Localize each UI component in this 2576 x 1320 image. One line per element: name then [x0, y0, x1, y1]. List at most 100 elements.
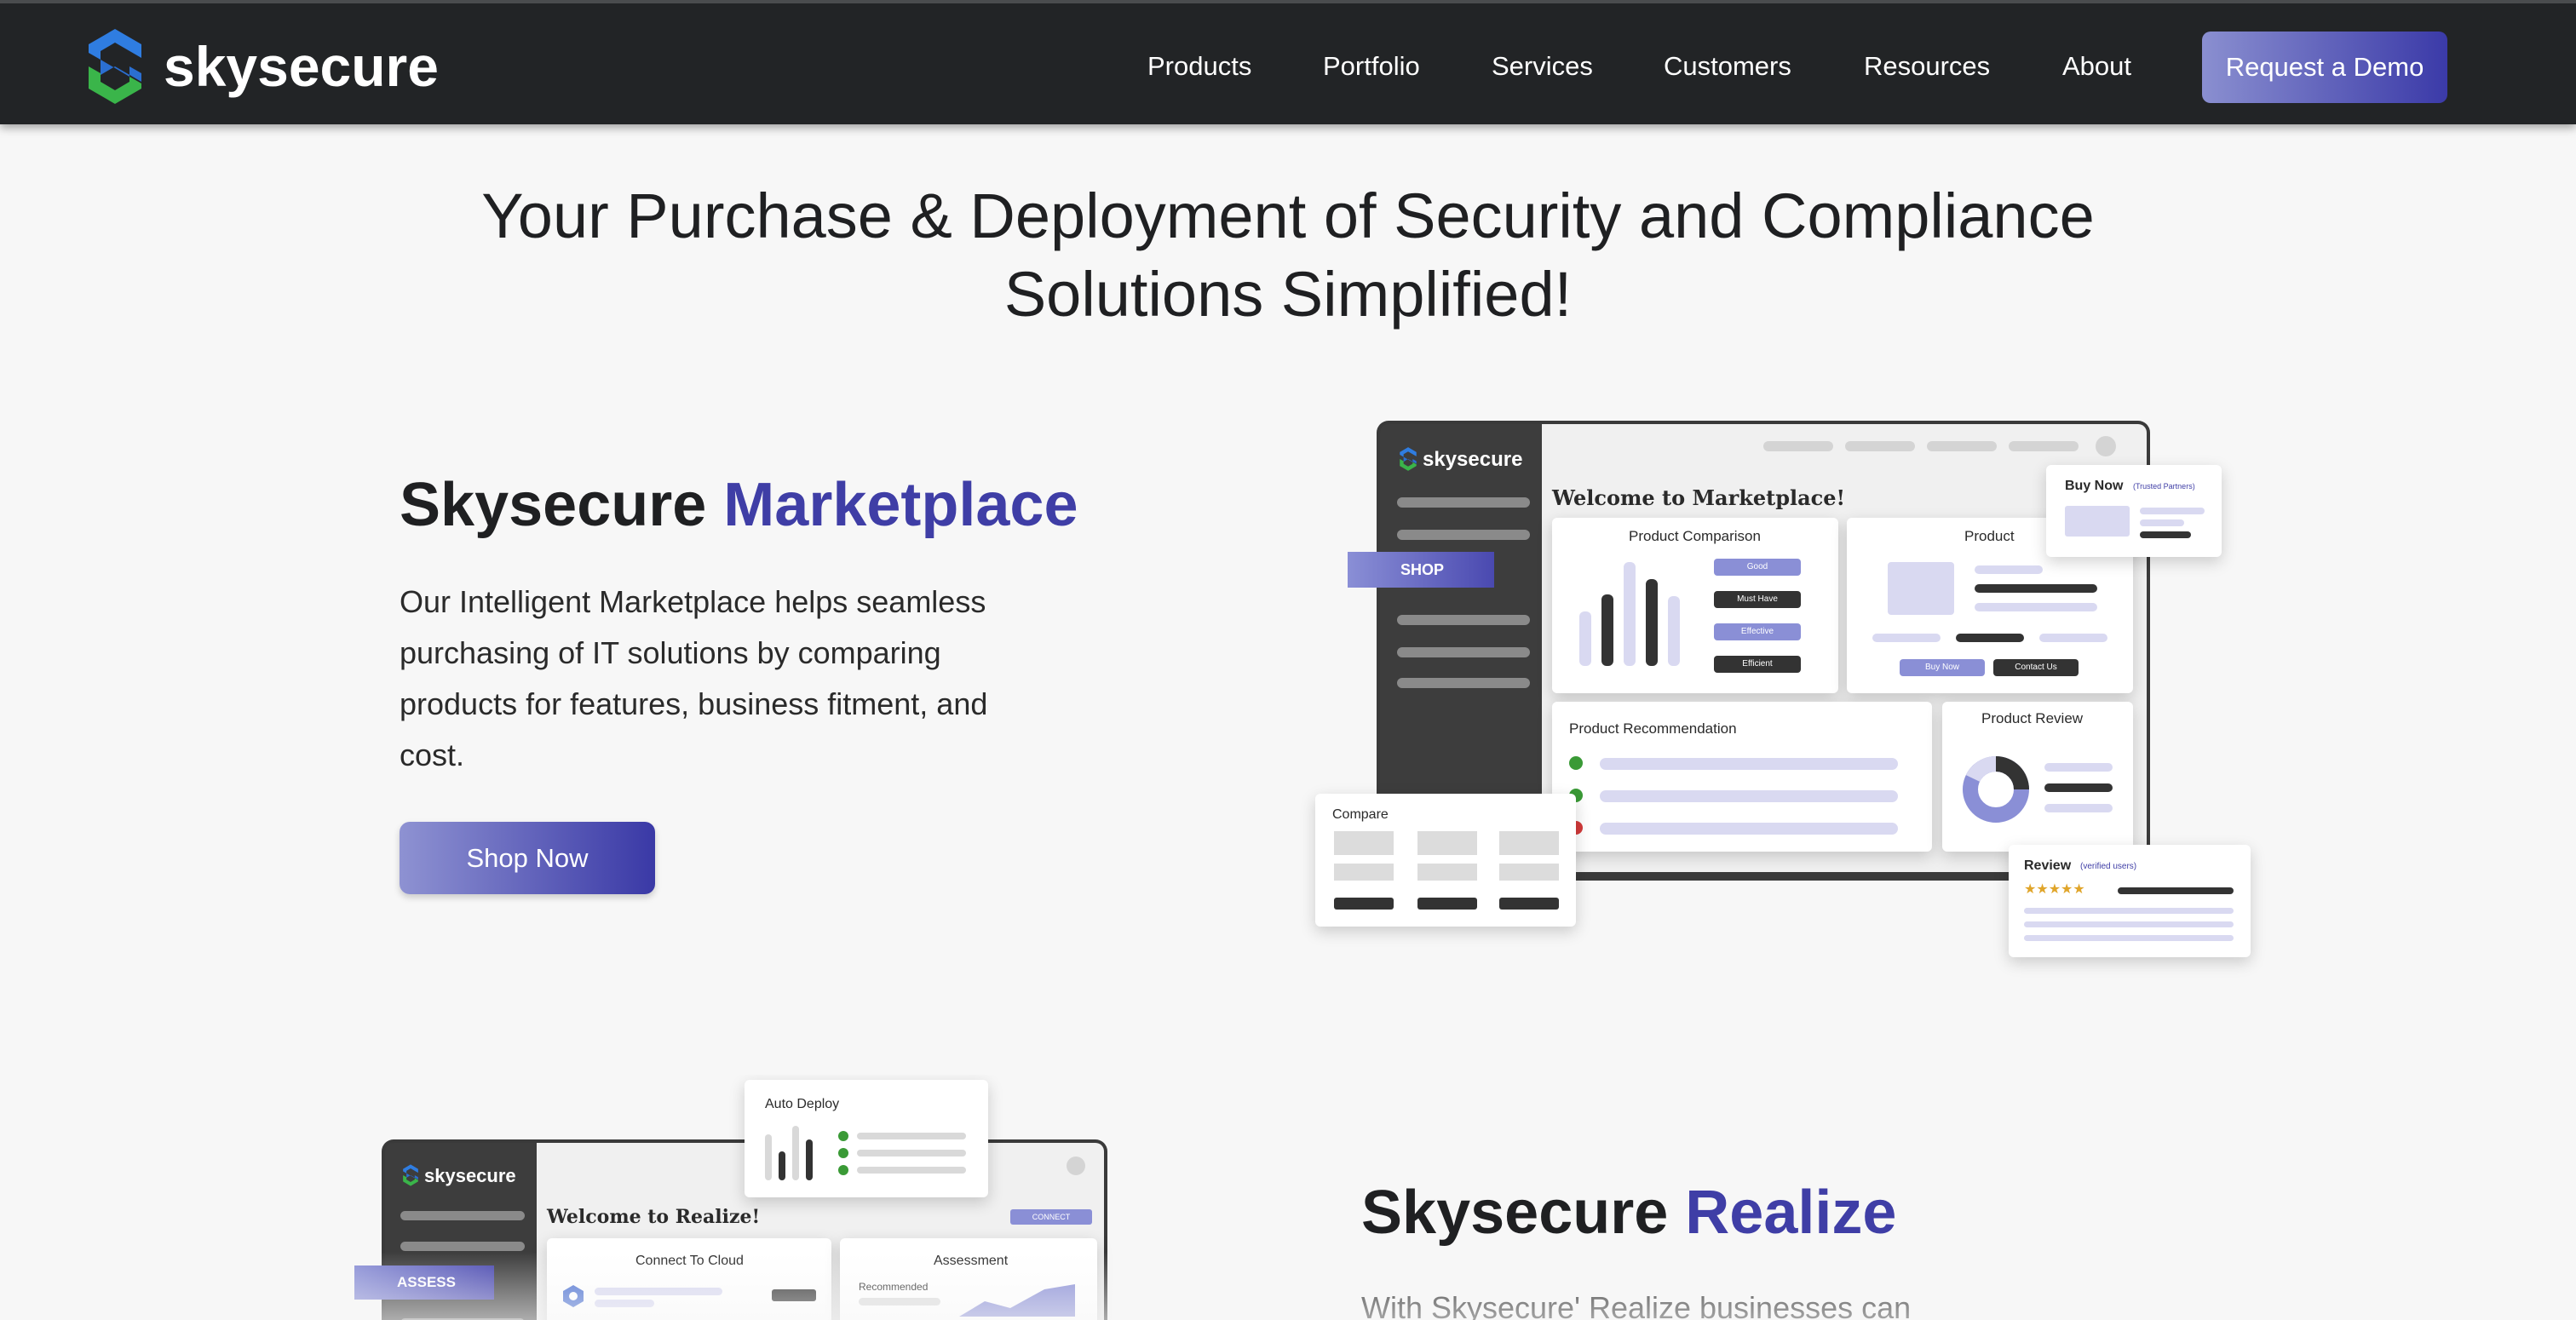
skysecure-logo-icon [89, 29, 141, 104]
mockup-compare-cell [1499, 831, 1559, 855]
mockup-buy-now-title: Buy Now [2065, 479, 2124, 493]
mockup-shop-tag: SHOP [1348, 552, 1494, 588]
nav-about[interactable]: About [2062, 51, 2131, 82]
mockup-chart-bar [1668, 596, 1680, 666]
mockup-compare-button [1334, 898, 1394, 910]
hero-title-line-1: Your Purchase & Deployment of Security a… [481, 181, 2095, 251]
mockup-compare-card: Compare [1315, 794, 1576, 927]
nav-services[interactable]: Services [1492, 51, 1593, 82]
mockup-welcome: Welcome to Marketplace! [1552, 485, 1846, 510]
mockup-compare-cell [1417, 864, 1477, 881]
realize-recommended-label: Recommended [859, 1281, 929, 1293]
realize-status-dot [838, 1148, 848, 1158]
marketplace-title: Skysecure Marketplace [400, 471, 1078, 539]
top-nav-bar: skysecure Products Portfolio Services Cu… [0, 0, 2576, 124]
marketplace-title-accent: Marketplace [723, 471, 1078, 539]
realize-connect-cloud-title: Connect To Cloud [635, 1254, 744, 1268]
realize-auto-deploy-title: Auto Deploy [765, 1097, 840, 1111]
mockup-rec-line [1600, 758, 1898, 770]
realize-assessment-panel: Assessment Recommended [840, 1238, 1097, 1320]
realize-avatar [1067, 1156, 1085, 1175]
realize-cloud-line [595, 1288, 722, 1295]
mockup-compare-cell [1499, 864, 1559, 881]
mockup-contact-button: Contact Us [1993, 659, 2079, 676]
mockup-product-title: Product [1964, 528, 2015, 544]
request-demo-button[interactable]: Request a Demo [2202, 32, 2447, 103]
realize-deploy-bar [792, 1126, 799, 1180]
mockup-review-line [2044, 783, 2113, 792]
realize-mockup-welcome: Welcome to Realize! [547, 1206, 761, 1228]
realize-deploy-bar [779, 1151, 785, 1180]
realize-title-plain: Skysecure [1361, 1179, 1669, 1247]
mockup-review-line [2024, 908, 2234, 914]
mockup-review-title: Review [2024, 858, 2072, 873]
mockup-logo-icon [1400, 447, 1417, 471]
hero-title: Your Purchase & Deployment of Security a… [0, 177, 2576, 334]
brand-logo[interactable]: skysecure [85, 26, 439, 107]
realize-sidebar-line [400, 1242, 525, 1251]
mockup-buy-line [2140, 519, 2184, 526]
marketplace-description: Our Intelligent Marketplace helps seamle… [400, 577, 1081, 781]
realize-deploy-bar [765, 1134, 772, 1180]
mockup-review-line [2044, 763, 2113, 772]
realize-deploy-line [857, 1150, 966, 1156]
mockup-buy-now-card: Buy Now (Trusted Partners) [2046, 465, 2222, 557]
mockup-sidebar-line [1397, 647, 1530, 657]
mockup-product-recommendation: Product Recommendation [1552, 702, 1932, 852]
realize-connect-cloud-panel: Connect To Cloud [547, 1238, 831, 1320]
mockup-top-line [1845, 441, 1915, 451]
mockup-product-review-title: Product Review [1981, 710, 2084, 726]
mockup-tag: Efficient [1714, 656, 1801, 673]
mockup-product-line [1975, 584, 2097, 593]
mockup-product-comparison: Product Comparison Good Must Have Effect… [1552, 518, 1838, 693]
mockup-top-line [1927, 441, 1997, 451]
mockup-tag: Good [1714, 559, 1801, 576]
nav-portfolio[interactable]: Portfolio [1323, 51, 1420, 82]
realize-title: Skysecure Realize [1361, 1179, 1896, 1247]
cloud-provider-icon [563, 1285, 584, 1307]
realize-cloud-button [772, 1289, 816, 1301]
mockup-chart-bar [1601, 594, 1613, 666]
nav-customers[interactable]: Customers [1664, 51, 1791, 82]
mockup-tag: Effective [1714, 623, 1801, 640]
mockup-buy-line [2140, 508, 2205, 514]
mockup-buy-now-button: Buy Now [1900, 659, 1985, 676]
realize-title-accent: Realize [1685, 1179, 1897, 1247]
brand-name: skysecure [164, 35, 439, 98]
realize-connect-button: CONNECT [1010, 1209, 1092, 1225]
nav-products[interactable]: Products [1147, 51, 1251, 82]
mockup-compare-button [1499, 898, 1559, 910]
mockup-rec-line [1600, 823, 1898, 835]
marketplace-description-line: cost. [400, 737, 465, 772]
mockup-compare-cell [1334, 864, 1394, 881]
realize-assessment-title: Assessment [934, 1254, 1009, 1268]
marketplace-title-plain: Skysecure [400, 471, 707, 539]
mockup-top-line [1763, 441, 1833, 451]
realize-assessment-line [859, 1298, 940, 1306]
mockup-product-comparison-title: Product Comparison [1629, 528, 1761, 544]
hero-title-line-2: Solutions Simplified! [1003, 259, 1573, 330]
mockup-chart-bar [1624, 562, 1636, 666]
mockup-compare-cell [1334, 831, 1394, 855]
mockup-product-line [1872, 634, 1941, 642]
realize-deploy-bar [806, 1139, 813, 1180]
mockup-sidebar-line [1397, 530, 1530, 540]
mockup-review-sub: (verified users) [2080, 862, 2137, 871]
mockup-product-line [1975, 565, 2043, 574]
shop-now-button[interactable]: Shop Now [400, 822, 655, 894]
mockup-compare-button [1417, 898, 1477, 910]
mockup-review-line [2118, 887, 2234, 894]
mockup-avatar [2096, 436, 2116, 456]
mockup-chart-bar [1646, 579, 1658, 666]
mockup-top-line [2009, 441, 2079, 451]
marketplace-description-line: products for features, business fitment,… [400, 686, 988, 721]
marketplace-description-line: purchasing of IT solutions by comparing [400, 635, 941, 670]
realize-deploy-line [857, 1133, 966, 1139]
mockup-sidebar-line [1397, 497, 1530, 508]
mockup-buy-now-sub: (Trusted Partners) [2133, 482, 2195, 491]
nav-resources[interactable]: Resources [1864, 51, 1990, 82]
realize-deploy-line [857, 1167, 966, 1174]
mockup-chart-bar [1579, 611, 1591, 666]
realize-sidebar-line [400, 1211, 525, 1220]
mockup-tag: Must Have [1714, 591, 1801, 608]
